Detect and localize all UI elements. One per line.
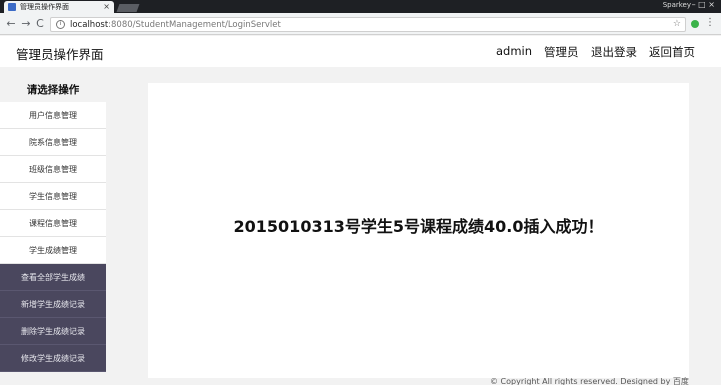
footer-copyright: © Copyright All rights reserved. Designe… xyxy=(490,377,689,385)
sidebar-subitem-add-grade[interactable]: 新增学生成绩记录 xyxy=(0,291,106,318)
forward-icon[interactable]: → xyxy=(19,17,33,31)
browser-tabstrip: 管理员操作界面 × Sparkey – □ × xyxy=(0,0,721,13)
extension-icon[interactable] xyxy=(691,20,699,28)
window-controls[interactable]: – □ × xyxy=(692,0,715,9)
page-title: 管理员操作界面 xyxy=(16,47,104,62)
browser-toolbar: ← → C i localhost :8080/StudentManagemen… xyxy=(0,13,721,35)
profile-name[interactable]: Sparkey xyxy=(663,1,691,9)
sidebar-heading: 请选择操作 xyxy=(26,84,80,96)
back-icon[interactable]: ← xyxy=(4,17,18,31)
nav-home[interactable]: 返回首页 xyxy=(649,44,695,60)
info-icon[interactable]: i xyxy=(56,20,65,29)
sidebar-subitem-delete-grade[interactable]: 删除学生成绩记录 xyxy=(0,318,106,345)
reload-icon[interactable]: C xyxy=(33,17,47,31)
nav-logout[interactable]: 退出登录 xyxy=(591,44,637,60)
nav-role[interactable]: 管理员 xyxy=(544,44,579,60)
sidebar-item-classes[interactable]: 班级信息管理 xyxy=(0,156,106,183)
sidebar-item-users[interactable]: 用户信息管理 xyxy=(0,102,106,129)
browser-tab[interactable]: 管理员操作界面 × xyxy=(4,1,114,13)
new-tab-button[interactable] xyxy=(116,4,140,12)
sidebar-item-grades[interactable]: 学生成绩管理 xyxy=(0,237,106,264)
sidebar-subitem-edit-grade[interactable]: 修改学生成绩记录 xyxy=(0,345,106,372)
result-message: 2015010313号学生5号课程成绩40.0插入成功！ xyxy=(233,217,604,236)
tab-title: 管理员操作界面 xyxy=(20,3,69,11)
sidebar-item-courses[interactable]: 课程信息管理 xyxy=(0,210,106,237)
sidebar: 请选择操作 用户信息管理 院系信息管理 班级信息管理 学生信息管理 课程信息管理… xyxy=(0,82,106,372)
sidebar-item-departments[interactable]: 院系信息管理 xyxy=(0,129,106,156)
sidebar-subitem-view-grades[interactable]: 查看全部学生成绩 xyxy=(0,264,106,291)
main-content: 2015010313号学生5号课程成绩40.0插入成功！ xyxy=(148,83,689,378)
nav-username[interactable]: admin xyxy=(496,44,532,58)
favicon-icon xyxy=(8,3,16,11)
page-header: 管理员操作界面 admin 管理员 退出登录 返回首页 xyxy=(0,36,721,67)
address-bar[interactable]: i localhost :8080/StudentManagement/Logi… xyxy=(50,17,686,32)
tab-close-icon[interactable]: × xyxy=(103,2,110,11)
url-host: localhost xyxy=(70,19,109,30)
bookmark-star-icon[interactable]: ☆ xyxy=(673,19,681,29)
browser-menu-icon[interactable]: ⋮ xyxy=(705,17,715,28)
sidebar-item-students[interactable]: 学生信息管理 xyxy=(0,183,106,210)
url-path: :8080/StudentManagement/LoginServlet xyxy=(108,19,281,30)
